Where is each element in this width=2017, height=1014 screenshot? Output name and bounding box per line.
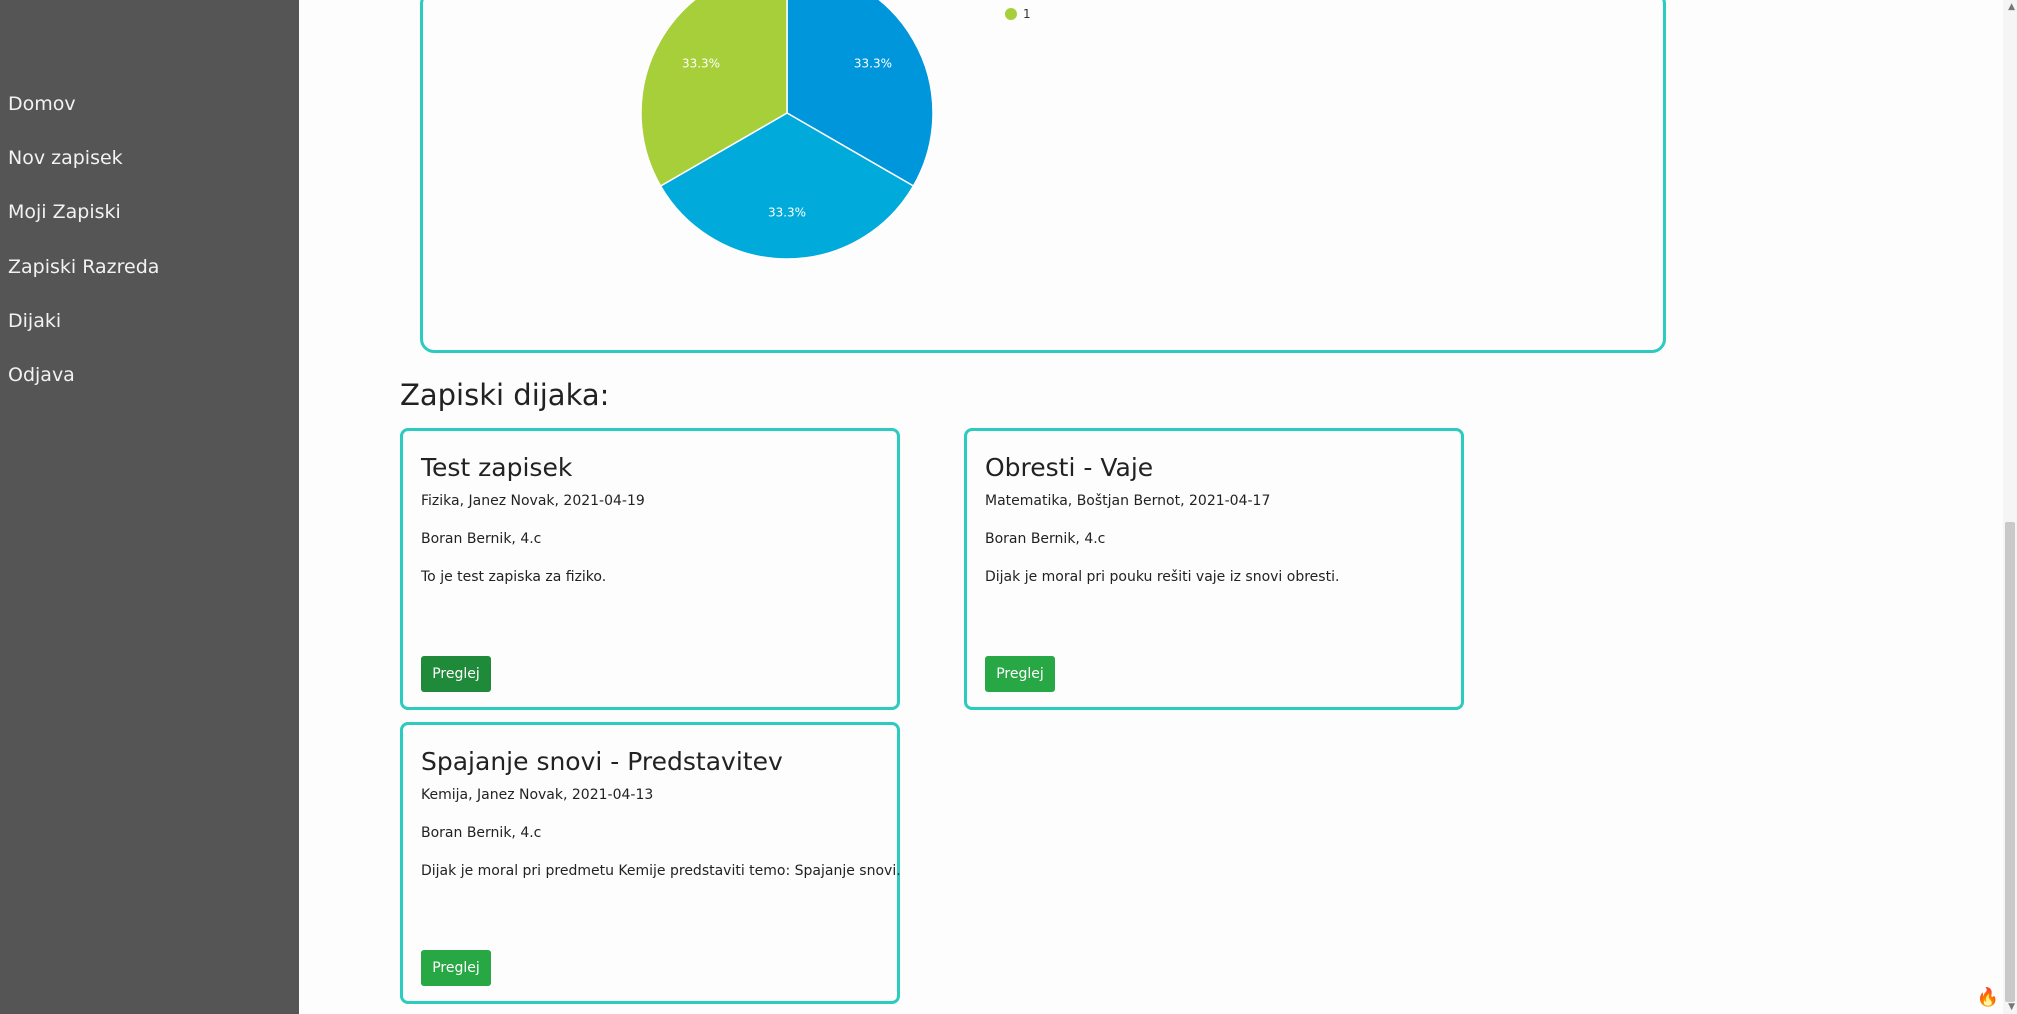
- card-student: Boran Bernik, 4.c: [421, 825, 542, 841]
- sidebar-item-domov[interactable]: Domov: [8, 93, 76, 115]
- card-student: Boran Bernik, 4.c: [421, 531, 542, 547]
- sidebar-item-odjava[interactable]: Odjava: [8, 364, 75, 386]
- sidebar-item-zapiski-razreda[interactable]: Zapiski Razreda: [8, 256, 159, 278]
- card-description: To je test zapiska za fiziko.: [421, 569, 607, 585]
- section-title: Zapiski dijaka:: [400, 378, 610, 412]
- card-meta: Fizika, Janez Novak, 2021-04-19: [421, 493, 645, 509]
- scroll-down-icon[interactable]: ▼: [2008, 1002, 2015, 1012]
- note-card: Test zapisek Fizika, Janez Novak, 2021-0…: [400, 428, 900, 710]
- sidebar-item-moji-zapiski[interactable]: Moji Zapiski: [8, 201, 121, 223]
- note-card: Obresti - Vaje Matematika, Boštjan Berno…: [964, 428, 1464, 710]
- sidebar-item-nov-zapisek[interactable]: Nov zapisek: [8, 147, 123, 169]
- card-description: Dijak je moral pri predmetu Kemije preds…: [421, 863, 901, 879]
- preglej-button[interactable]: Preglej: [421, 656, 491, 692]
- sidebar: Domov Nov zapisek Moji Zapiski Zapiski R…: [0, 0, 299, 1014]
- note-card: Spajanje snovi - Predstavitev Kemija, Ja…: [400, 722, 901, 1004]
- card-title: Test zapisek: [421, 453, 573, 482]
- legend-label-0: 1: [1023, 7, 1031, 21]
- card-title: Obresti - Vaje: [985, 453, 1154, 482]
- chart-panel: 33.3% 33.3% 33.3% 1: [420, 0, 1666, 353]
- card-student: Boran Bernik, 4.c: [985, 531, 1106, 547]
- pie-chart: 33.3% 33.3% 33.3% 1: [640, 0, 1031, 260]
- scroll-up-icon[interactable]: ▲: [2008, 2, 2015, 12]
- preglej-button[interactable]: Preglej: [421, 950, 491, 986]
- pie-slice-label-0: 33.3%: [854, 56, 892, 70]
- pie-slice-label-1: 33.3%: [768, 205, 806, 219]
- card-meta: Kemija, Janez Novak, 2021-04-13: [421, 787, 654, 803]
- preglej-button[interactable]: Preglej: [985, 656, 1055, 692]
- flame-icon: 🔥: [1976, 987, 1999, 1008]
- page-scrollbar[interactable]: ▲ ▼: [2003, 0, 2017, 1014]
- scroll-thumb[interactable]: [2005, 522, 2015, 1002]
- card-title: Spajanje snovi - Predstavitev: [421, 747, 783, 776]
- card-meta: Matematika, Boštjan Bernot, 2021-04-17: [985, 493, 1271, 509]
- legend-marker-0: [1005, 8, 1017, 20]
- card-description: Dijak je moral pri pouku rešiti vaje iz …: [985, 569, 1340, 585]
- pie-slice-label-2: 33.3%: [682, 56, 720, 70]
- sidebar-item-dijaki[interactable]: Dijaki: [8, 310, 61, 332]
